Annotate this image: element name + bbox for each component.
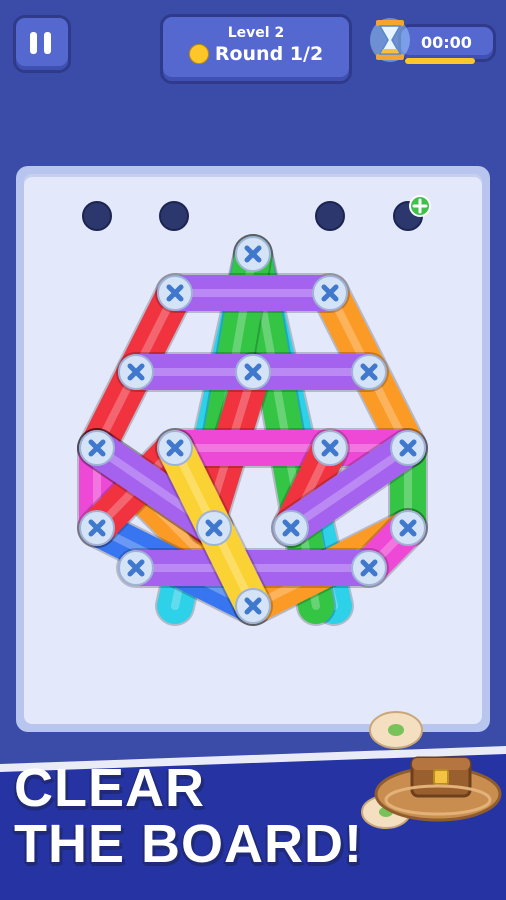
timer-panel: 00:00	[398, 24, 496, 62]
screw[interactable]	[118, 354, 154, 390]
screw[interactable]	[312, 430, 348, 466]
screw[interactable]	[157, 275, 193, 311]
screw[interactable]	[157, 430, 193, 466]
round-label: Round 1/2	[214, 43, 324, 65]
pause-icon-bar	[44, 32, 51, 54]
screw[interactable]	[312, 275, 348, 311]
game-board	[16, 166, 490, 732]
pause-icon	[30, 32, 37, 54]
hourglass-icon	[370, 18, 410, 62]
level-label: Level 2	[227, 25, 285, 41]
screw[interactable]	[351, 550, 387, 586]
screw[interactable]	[390, 510, 426, 546]
pause-button[interactable]	[13, 15, 71, 73]
screw[interactable]	[235, 588, 271, 624]
smiley-icon	[188, 44, 209, 64]
round-row: Round 1/2	[163, 43, 349, 65]
screw[interactable]	[273, 510, 309, 546]
screw[interactable]	[196, 510, 232, 546]
board-pieces	[77, 195, 431, 626]
level-panel: Level 2 Round 1/2	[160, 14, 352, 84]
screw[interactable]	[235, 236, 271, 272]
screw[interactable]	[118, 550, 154, 586]
timer-progress-bar	[405, 58, 475, 64]
screw[interactable]	[351, 354, 387, 390]
treasure-basket-icon	[361, 711, 502, 829]
screw[interactable]	[79, 510, 115, 546]
screw[interactable]	[79, 430, 115, 466]
screw[interactable]	[390, 430, 426, 466]
empty-hole	[159, 201, 189, 231]
empty-hole	[82, 201, 112, 231]
empty-hole	[315, 201, 345, 231]
timer-value: 00:00	[421, 33, 472, 52]
screw[interactable]	[235, 354, 271, 390]
headline: CLEAR THE BOARD!	[14, 758, 363, 874]
